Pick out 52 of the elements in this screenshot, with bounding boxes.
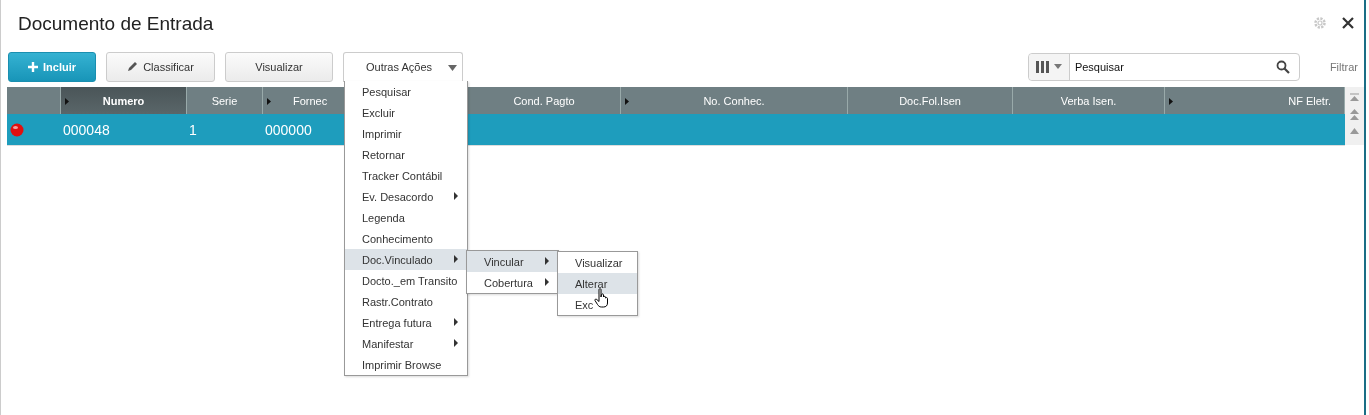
menu-item[interactable]: Rastr.Contrato [345, 291, 467, 312]
window-title: Documento de Entrada [18, 12, 214, 35]
menu-item[interactable]: Imprimir [345, 123, 467, 144]
menu-item[interactable]: Visualizar [558, 252, 637, 273]
submenu-arrow-icon [454, 255, 458, 263]
search-field[interactable]: Pesquisar [1027, 52, 1300, 81]
plus-icon [28, 61, 38, 72]
view-selector[interactable] [1028, 53, 1070, 80]
menu-item[interactable]: Tracker Contábil [345, 165, 467, 186]
columns-icon [1035, 60, 1050, 73]
menu-item[interactable]: Retornar [345, 144, 467, 165]
hand-cursor-icon [594, 288, 610, 308]
actions-dropdown[interactable]: Outras Ações [343, 51, 463, 82]
arrow-icon [625, 98, 629, 105]
arrow-icon [65, 98, 69, 105]
menu-item[interactable]: Conhecimento [345, 228, 467, 249]
menu-item[interactable]: Legenda [345, 207, 467, 228]
scrollbar[interactable] [1345, 87, 1364, 145]
search-icon [1275, 59, 1290, 74]
menu-item[interactable]: Pesquisar [345, 81, 467, 102]
scroll-top-icon [1350, 93, 1359, 101]
page-up-icon [1350, 109, 1359, 120]
menu-item[interactable]: Vincular [467, 251, 558, 272]
arrow-icon [267, 98, 271, 105]
table-cell: 1 [189, 121, 197, 138]
close-icon[interactable] [1341, 16, 1355, 30]
arrow-icon [1169, 98, 1173, 105]
caret-icon [1053, 64, 1062, 69]
submenu-arrow-icon [454, 318, 458, 326]
menu-item[interactable]: Docto._em Transito [345, 270, 467, 291]
table-cell: 000000 [265, 121, 312, 138]
toolbar-button[interactable]: Classificar [106, 51, 215, 82]
menu-item[interactable]: Manifestar [345, 333, 467, 354]
caret-icon [448, 64, 457, 71]
filter-link[interactable]: Filtrar [1329, 60, 1358, 73]
settings-icon [1313, 16, 1327, 30]
menu-item[interactable]: Imprimir Browse [345, 354, 467, 375]
menu-item[interactable]: Alterar [558, 273, 637, 294]
menu-item[interactable]: Cobertura [467, 272, 558, 293]
scroll-up-icon [1350, 128, 1359, 134]
menu-item[interactable]: Exc [558, 294, 637, 315]
menu-item[interactable]: Entrega futura [345, 312, 467, 333]
menu-item[interactable]: Doc.Vinculado [345, 249, 467, 270]
table-cell: 000048 [63, 121, 110, 138]
pencil-icon [127, 61, 139, 72]
submenu-arrow-icon [545, 278, 549, 286]
submenu-arrow-icon [454, 339, 458, 347]
menu-item[interactable]: Ev. Desacordo [345, 186, 467, 207]
toolbar-button[interactable]: Visualizar [225, 51, 333, 82]
submenu-arrow-icon [454, 192, 458, 200]
submenu-arrow-icon [545, 257, 549, 265]
column-header[interactable]: Numero [61, 87, 187, 114]
